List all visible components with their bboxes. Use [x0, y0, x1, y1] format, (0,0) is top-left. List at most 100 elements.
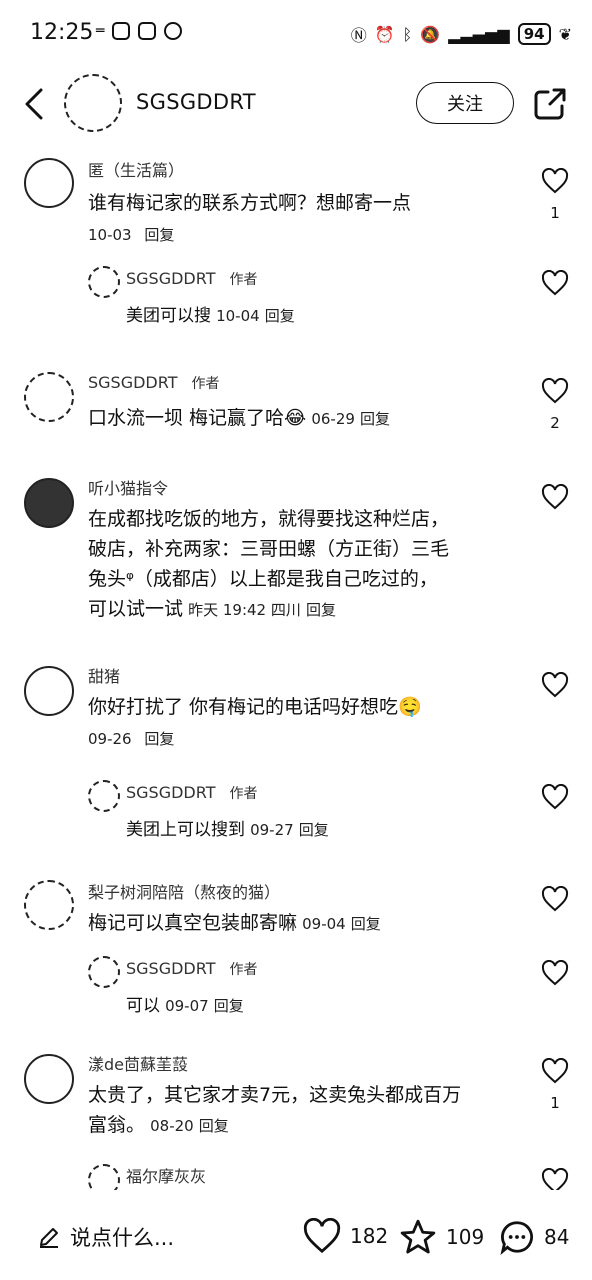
leaf-icon: ❦: [558, 24, 572, 44]
comment-input[interactable]: 说点什么...: [38, 1222, 174, 1252]
like-button[interactable]: 1: [540, 167, 570, 222]
back-button[interactable]: [14, 84, 54, 124]
comment-text: 谁有梅记家的联系方式啊？想邮寄一点: [88, 192, 412, 214]
heart-icon: [541, 377, 569, 404]
reply-button[interactable]: 回复: [299, 821, 329, 839]
follow-button[interactable]: 关注: [416, 82, 514, 124]
comment-item[interactable]: 听小猫指令 在成都找吃饭的地方，就得要找这种烂店， 破店，补充两家：三哥田螺（方…: [0, 476, 592, 666]
like-button[interactable]: 2: [540, 377, 570, 432]
author-avatar[interactable]: [64, 74, 122, 132]
comment-username[interactable]: 听小猫指令: [88, 476, 522, 500]
author-tag: 作者: [229, 962, 258, 978]
author-name[interactable]: SGSGDDRT: [136, 90, 256, 114]
comment-item[interactable]: 甜猪 你好打扰了 你有梅记的电话吗好想吃🤤 09-26 回复: [0, 666, 592, 780]
reply-username[interactable]: SGSGDDRT: [126, 959, 215, 978]
reply-item[interactable]: SGSGDDRT 作者 可以 09-07 回复: [0, 956, 592, 1052]
reply-button[interactable]: 回复: [265, 307, 295, 325]
reply-username[interactable]: SGSGDDRT: [126, 269, 215, 288]
reply-username[interactable]: SGSGDDRT: [126, 783, 215, 802]
user-avatar[interactable]: [24, 880, 74, 930]
reply-date: 10-04: [216, 307, 260, 325]
heart-icon: [541, 885, 569, 912]
heart-icon: [541, 783, 569, 810]
comment-username[interactable]: 漾de茴蘇茥蔎: [88, 1052, 522, 1076]
author-tag: 作者: [229, 272, 258, 288]
comment-text-line: 可以试一试: [88, 598, 184, 620]
like-button[interactable]: 1: [540, 1057, 570, 1112]
user-avatar[interactable]: [24, 478, 74, 528]
like-button[interactable]: [540, 671, 570, 702]
author-tag: 作者: [229, 786, 258, 802]
like-button[interactable]: [540, 783, 570, 814]
like-button[interactable]: [540, 483, 570, 514]
reply-button[interactable]: 回复: [306, 601, 336, 619]
comment-username[interactable]: 梨子树洞陪陪（熬夜的猫）: [88, 880, 522, 904]
heart-icon: [541, 269, 569, 296]
share-icon: [534, 88, 566, 120]
user-avatar[interactable]: [24, 666, 74, 716]
heart-icon: [541, 167, 569, 194]
reply-button[interactable]: 回复: [144, 226, 174, 244]
comment-text-line: 兔头ᵠ（成都店）以上都是我自己吃过的，: [88, 568, 438, 590]
comment-last-line: 可以试一试 昨天 19:42 四川 回复: [88, 594, 522, 624]
comment-item[interactable]: SGSGDDRT 作者 口水流一坝 梅记赢了哈😂 06-29 回复 2: [0, 370, 592, 476]
reply-button[interactable]: 回复: [199, 1117, 229, 1135]
like-button[interactable]: [540, 269, 570, 300]
user-avatar[interactable]: [88, 266, 120, 298]
reply-button[interactable]: 回复: [214, 997, 244, 1015]
share-button[interactable]: [532, 86, 568, 122]
comment-text-line: 在成都找吃饭的地方，就得要找这种烂店，: [88, 508, 450, 530]
reply-button[interactable]: 回复: [144, 730, 174, 748]
alarm-icon: ⏰: [374, 24, 395, 44]
user-avatar[interactable]: [24, 158, 74, 208]
user-avatar[interactable]: [88, 1164, 120, 1190]
like-post-button[interactable]: 182: [302, 1218, 388, 1254]
comment-item[interactable]: 匿（生活篇） 谁有梅记家的联系方式啊？想邮寄一点 10-03 回复 1: [0, 150, 592, 266]
like-button[interactable]: [540, 959, 570, 990]
star-icon: [400, 1219, 436, 1254]
reply-username[interactable]: 福尔摩灰灰: [126, 1164, 522, 1188]
like-button[interactable]: [540, 885, 570, 916]
reply-item[interactable]: SGSGDDRT 作者 美团上可以搜到 09-27 回复: [0, 780, 592, 880]
comment-bubble-icon: [500, 1221, 533, 1256]
comment-username[interactable]: 甜猪: [88, 666, 522, 688]
comment-date: 09-04: [302, 915, 346, 933]
back-arrow-icon: [25, 88, 43, 120]
user-avatar[interactable]: [24, 372, 74, 422]
user-avatar[interactable]: [88, 956, 120, 988]
comment-item[interactable]: 梨子树洞陪陪（熬夜的猫） 梅记可以真空包装邮寄嘛 09-04 回复: [0, 880, 592, 956]
author-tag: 作者: [191, 376, 220, 392]
comment-meta: 09-26 回复: [88, 728, 522, 749]
status-bar: 12:25 ═ Ⓝ ⏰ ᛒ 🔕 ▂▃▄▅▆ 94 ❦: [0, 0, 592, 66]
comment-input-placeholder: 说点什么...: [70, 1226, 175, 1250]
reply-button[interactable]: 回复: [351, 915, 381, 933]
bottom-action-bar: 说点什么... 182 109 84: [0, 1200, 592, 1280]
comment-item[interactable]: 漾de茴蘇茥蔎 太贵了，其它家才卖7元，这卖兔头都成百万 富翁。 08-20 回…: [0, 1052, 592, 1164]
reply-button[interactable]: 回复: [360, 410, 390, 428]
header: SGSGDDRT 关注: [0, 66, 592, 146]
reply-item[interactable]: 福尔摩灰灰: [0, 1164, 592, 1190]
comments-button[interactable]: 84: [498, 1218, 569, 1256]
reply-text: 美团可以搜: [126, 306, 211, 326]
like-count: 1: [550, 1094, 560, 1112]
reply-item[interactable]: SGSGDDRT 作者 美团可以搜 10-04 回复: [0, 266, 592, 370]
reply-username-row: SGSGDDRT 作者: [126, 956, 522, 981]
reply-date: 09-07: [165, 997, 209, 1015]
comment-last-line: 富翁。 08-20 回复: [88, 1110, 522, 1140]
user-avatar[interactable]: [88, 780, 120, 812]
signal-icon: ▂▃▄▅▆: [448, 24, 510, 44]
like-button[interactable]: [540, 1167, 570, 1190]
reply-content: 美团上可以搜到 09-27 回复: [126, 815, 522, 845]
comment-username-row: SGSGDDRT 作者: [88, 370, 522, 395]
status-notification-icons: ═: [96, 22, 183, 40]
comment-username[interactable]: 匿（生活篇）: [88, 150, 522, 182]
comment-date: 09-26: [88, 730, 132, 748]
user-avatar[interactable]: [24, 1054, 74, 1104]
reply-username-row: SGSGDDRT 作者: [126, 780, 522, 805]
reply-text: 可以: [126, 996, 160, 1016]
comment-list: 匿（生活篇） 谁有梅记家的联系方式啊？想邮寄一点 10-03 回复 1 SGSG…: [0, 150, 592, 1190]
app-notification-icon: [138, 22, 157, 40]
comment-username[interactable]: SGSGDDRT: [88, 373, 177, 392]
favorite-button[interactable]: 109: [398, 1218, 484, 1256]
comment-text-line: 破店，补充两家：三哥田螺（方正街）三毛: [88, 538, 450, 560]
